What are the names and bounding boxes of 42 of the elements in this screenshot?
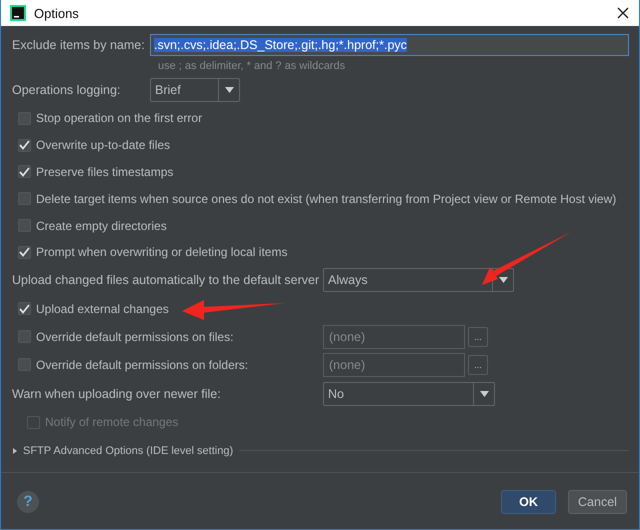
browse-button[interactable]: ... [468,354,488,375]
cancel-button[interactable]: Cancel [568,490,627,514]
checkbox-label: Create empty directories [36,218,167,233]
checkbox-label: Preserve files timestamps [36,164,174,179]
checkbox[interactable] [18,302,31,316]
exclude-field[interactable]: .svn;.cvs;.idea;.DS_Store;.git;.hg;*.hprof;*.pyc [150,34,629,56]
help-button[interactable]: ? [17,490,39,513]
field-label: Exclude items by name: [12,38,146,52]
checkbox-label: Override default permissions on files: [36,330,234,344]
checkbox-label: Stop operation on the first error [36,111,202,126]
checkbox[interactable] [18,192,31,206]
field-label: Upload changed files automatically to the default server [12,273,320,288]
section-header[interactable]: SFTP Advanced Options (IDE level setting) [23,444,234,457]
logging-dropdown[interactable]: Brief [150,78,240,102]
checkbox-label: Override default permissions on folders: [36,358,250,372]
field-label: Warn when uploading over newer file: [12,386,222,401]
permissions-field[interactable]: (none) [323,324,465,349]
hint-text: use ; as delimiter, * and ? as wildcards [157,59,346,74]
warn-dropdown[interactable]: No [323,382,495,406]
checkbox[interactable] [18,219,31,232]
app-icon [10,5,26,21]
checkbox[interactable] [18,358,31,372]
checkbox-label: Upload external changes [36,302,169,316]
field-label: Operations logging: [12,83,122,97]
checkbox-label: Prompt when overwriting or deleting local items [36,245,288,260]
checkbox[interactable] [18,246,31,259]
close-icon[interactable] [617,7,629,19]
dropdown-arrow-icon [498,277,508,284]
expand-triangle-icon[interactable] [12,448,18,454]
checkbox[interactable] [18,165,31,178]
browse-button[interactable]: ... [468,326,488,347]
checkbox[interactable] [18,112,31,125]
checkbox-label: Overwrite up-to-date files [36,138,170,152]
checkbox[interactable] [18,138,31,152]
permissions-field[interactable]: (none) [323,352,465,377]
checkbox-label: Delete target items when source ones do not exist (when transferring from Project view or Remote Host view) [36,192,616,206]
checkbox-label: Notify of remote changes [45,415,178,430]
ok-button[interactable]: OK [501,490,556,514]
checkbox[interactable] [18,330,31,344]
dropdown-arrow-icon [224,87,234,93]
dropdown-arrow-icon [480,390,488,397]
window-title: Options [34,6,80,20]
